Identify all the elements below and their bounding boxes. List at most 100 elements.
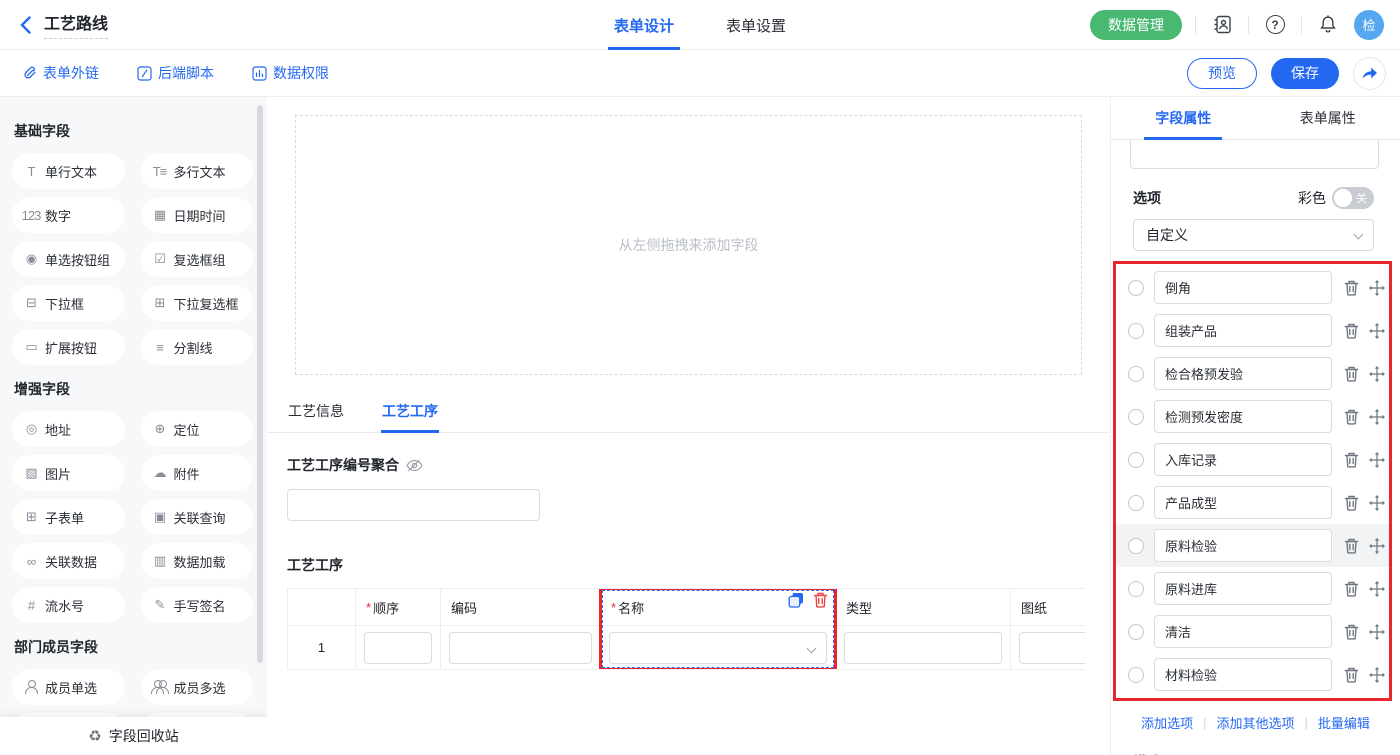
radio-icon[interactable]: [1128, 538, 1144, 554]
field-pill-radio-group[interactable]: ◉单选按钮组: [12, 241, 125, 277]
field-pill-linked-data[interactable]: ∞关联数据: [12, 543, 125, 579]
options-list: [1116, 266, 1389, 696]
delete-option-button[interactable]: [1344, 538, 1359, 554]
drag-option-handle[interactable]: [1369, 280, 1385, 296]
option-input[interactable]: [1154, 443, 1332, 476]
field-pill-multi-line-text[interactable]: T≡多行文本: [141, 153, 254, 189]
sidebar-scrollbar[interactable]: [257, 105, 263, 663]
option-input[interactable]: [1154, 357, 1332, 390]
option-input[interactable]: [1154, 658, 1332, 691]
cell-input-顺序[interactable]: [364, 632, 432, 664]
agg-field[interactable]: 工艺工序编号聚合: [287, 455, 1110, 475]
contact-book-icon[interactable]: [1209, 12, 1235, 38]
field-pill-member-multi[interactable]: 成员多选: [141, 669, 254, 705]
data-permission-link[interactable]: 数据权限: [252, 63, 329, 83]
drag-option-handle[interactable]: [1369, 581, 1385, 597]
drag-option-handle[interactable]: [1369, 323, 1385, 339]
cell-input-图纸[interactable]: [1019, 632, 1085, 664]
cell-input-类型[interactable]: [844, 632, 1002, 664]
preview-button[interactable]: 预览: [1187, 58, 1257, 89]
option-input[interactable]: [1154, 529, 1332, 562]
field-pill-datetime[interactable]: ▦日期时间: [141, 197, 254, 233]
field-pill-subform[interactable]: ⊞子表单: [12, 499, 125, 535]
option-input[interactable]: [1154, 486, 1332, 519]
drag-option-handle[interactable]: [1369, 495, 1385, 511]
field-pill-attachment[interactable]: ☁附件: [141, 455, 254, 491]
agg-field-input[interactable]: [287, 489, 540, 521]
delete-option-button[interactable]: [1344, 581, 1359, 597]
tab-form-design[interactable]: 表单设计: [614, 0, 674, 50]
delete-column-button[interactable]: [813, 592, 828, 608]
notification-bell-icon[interactable]: [1315, 12, 1341, 38]
drag-option-handle[interactable]: [1369, 667, 1385, 683]
option-input[interactable]: [1154, 271, 1332, 304]
drag-option-handle[interactable]: [1369, 624, 1385, 640]
field-pill-image[interactable]: ▧图片: [12, 455, 125, 491]
delete-option-button[interactable]: [1344, 452, 1359, 468]
action-link-2[interactable]: 批量编辑: [1318, 713, 1370, 732]
delete-option-button[interactable]: [1344, 495, 1359, 511]
field-pill-single-line-text[interactable]: T单行文本: [12, 153, 125, 189]
field-pill-data-load[interactable]: ▥数据加载: [141, 543, 254, 579]
field-pill-serial-number[interactable]: #流水号: [12, 587, 125, 623]
radio-icon[interactable]: [1128, 366, 1144, 382]
radio-icon[interactable]: [1128, 667, 1144, 683]
copy-column-button[interactable]: [788, 592, 804, 608]
form-external-link[interactable]: 表单外链: [22, 63, 99, 83]
delete-option-button[interactable]: [1344, 667, 1359, 683]
action-link-1[interactable]: 添加其他选项: [1216, 713, 1294, 732]
drag-option-handle[interactable]: [1369, 366, 1385, 382]
radio-icon[interactable]: [1128, 581, 1144, 597]
color-toggle[interactable]: 关: [1332, 187, 1374, 209]
name-select[interactable]: [609, 632, 827, 664]
field-title-input-partial[interactable]: [1130, 140, 1379, 169]
tab-form-properties[interactable]: 表单属性: [1256, 97, 1400, 139]
share-button[interactable]: [1353, 57, 1386, 90]
drag-option-handle[interactable]: [1369, 452, 1385, 468]
back-button[interactable]: [20, 16, 31, 34]
tab-process-info[interactable]: 工艺信息: [287, 401, 345, 432]
field-recycle-bin[interactable]: ♻ 字段回收站: [0, 717, 267, 755]
option-input[interactable]: [1154, 572, 1332, 605]
field-pill-multi-select[interactable]: ⊞下拉复选框: [141, 285, 254, 321]
radio-icon[interactable]: [1128, 452, 1144, 468]
cell-input-编码[interactable]: [449, 632, 592, 664]
option-input[interactable]: [1154, 615, 1332, 648]
page-title[interactable]: 工艺路线: [44, 10, 108, 39]
action-link-0[interactable]: 添加选项: [1141, 713, 1193, 732]
field-pill-linked-query[interactable]: ▣关联查询: [141, 499, 254, 535]
help-icon[interactable]: ?: [1262, 12, 1288, 38]
option-input[interactable]: [1154, 400, 1332, 433]
option-source-select[interactable]: 自定义: [1133, 219, 1374, 251]
radio-icon[interactable]: [1128, 323, 1144, 339]
radio-icon[interactable]: [1128, 624, 1144, 640]
field-pill-signature[interactable]: ✎手写签名: [141, 587, 254, 623]
drop-zone[interactable]: 从左侧拖拽来添加字段: [295, 115, 1082, 375]
delete-option-button[interactable]: [1344, 280, 1359, 296]
radio-icon[interactable]: [1128, 495, 1144, 511]
tab-field-properties[interactable]: 字段属性: [1111, 97, 1256, 139]
delete-option-button[interactable]: [1344, 323, 1359, 339]
backend-script-link[interactable]: 后端脚本: [137, 63, 214, 83]
field-pill-divider[interactable]: ≡分割线: [141, 329, 254, 365]
field-pill-checkbox-group[interactable]: ☑复选框组: [141, 241, 254, 277]
tab-process-steps[interactable]: 工艺工序: [381, 401, 439, 432]
delete-option-button[interactable]: [1344, 409, 1359, 425]
data-manage-button[interactable]: 数据管理: [1090, 10, 1182, 40]
field-pill-number[interactable]: 123数字: [12, 197, 125, 233]
delete-option-button[interactable]: [1344, 624, 1359, 640]
field-pill-select[interactable]: ⊟下拉框: [12, 285, 125, 321]
field-pill-location[interactable]: ⊕定位: [141, 411, 254, 447]
field-pill-address[interactable]: ◎地址: [12, 411, 125, 447]
delete-option-button[interactable]: [1344, 366, 1359, 382]
option-input[interactable]: [1154, 314, 1332, 347]
tab-form-settings[interactable]: 表单设置: [726, 0, 786, 50]
field-pill-extend-button[interactable]: ▭扩展按钮: [12, 329, 125, 365]
drag-option-handle[interactable]: [1369, 409, 1385, 425]
save-button[interactable]: 保存: [1271, 58, 1339, 89]
drag-option-handle[interactable]: [1369, 538, 1385, 554]
radio-icon[interactable]: [1128, 409, 1144, 425]
radio-icon[interactable]: [1128, 280, 1144, 296]
avatar[interactable]: 检: [1354, 10, 1384, 40]
field-pill-member-single[interactable]: 成员单选: [12, 669, 125, 705]
